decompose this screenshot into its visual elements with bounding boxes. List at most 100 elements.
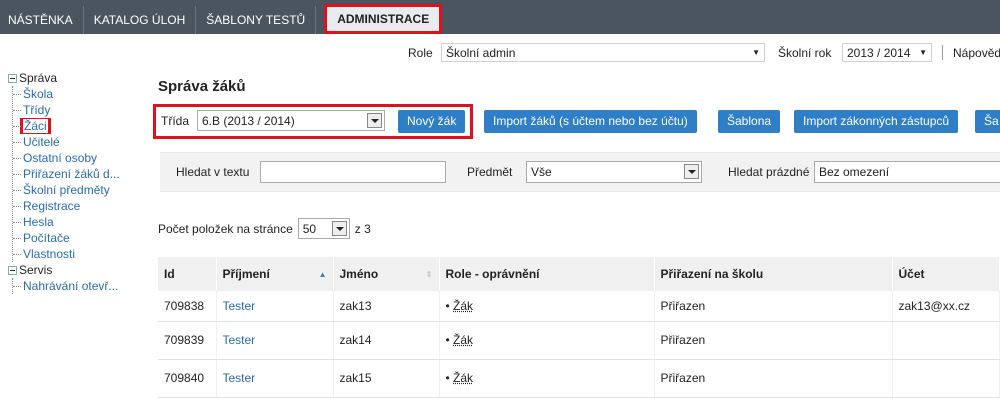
sidebar-item-label: Ostatní osoby xyxy=(23,151,98,165)
template-button[interactable]: Šablona xyxy=(718,110,781,133)
divider xyxy=(942,45,943,60)
sidebar-tree: Správa Škola Třídy Žáci Učitelé Ostatní … xyxy=(8,70,153,294)
page-title: Správa žáků xyxy=(158,78,246,95)
column-header-id[interactable]: Id xyxy=(158,257,217,291)
column-header-role[interactable]: Role - oprávnění xyxy=(439,257,655,291)
sidebar-item-zaci[interactable]: Žáci xyxy=(13,118,153,134)
school-year-select[interactable]: 2013 / 2014 ▼ xyxy=(842,43,932,62)
sidebar-item-vlastnosti[interactable]: Vlastnosti xyxy=(13,246,153,262)
table-row[interactable]: 709840 Tester zak15 Žák Přiřazen xyxy=(158,359,1000,398)
table-row[interactable]: 709838 Tester zak13 Žák Přiřazen zak13@x… xyxy=(158,291,1000,322)
sidebar-item-label: Žáci xyxy=(20,118,51,134)
cell-name: zak14 xyxy=(333,321,440,360)
subject-select-value: Vše xyxy=(531,165,552,179)
more-button[interactable]: Ša xyxy=(975,110,1000,133)
sidebar-item-hesla[interactable]: Hesla xyxy=(13,214,153,230)
role-bar: Role Školní admin ▼ Školní rok 2013 / 20… xyxy=(0,43,1000,63)
surname-link[interactable]: Tester xyxy=(223,299,256,313)
column-header-label: Jméno xyxy=(339,267,379,281)
page-count: z 3 xyxy=(354,221,371,236)
cell-role: Žák xyxy=(439,291,655,322)
table-header-row: Id Příjmení ▲ Jméno ⇕ Role - oprávnění Při… xyxy=(158,257,1000,291)
role-select-value: Školní admin xyxy=(446,46,516,60)
chevron-down-icon[interactable] xyxy=(367,113,382,128)
role-value: Žák xyxy=(453,298,474,313)
cell-role: Žák xyxy=(439,359,655,398)
toolbar: Třída 6.B (2013 / 2014) Nový žák Import … xyxy=(153,104,1000,139)
sidebar-item-label: Třídy xyxy=(23,103,51,117)
column-header-account[interactable]: Účet xyxy=(892,257,1000,291)
tree-group-sprava: Správa Škola Třídy Žáci Učitelé Ostatní … xyxy=(8,70,153,262)
per-page-label: Počet položek na stránce xyxy=(158,221,293,236)
role-label: Role xyxy=(408,46,433,60)
cell-account xyxy=(892,321,1000,360)
import-guardians-button[interactable]: Import zákonných zástupců xyxy=(794,110,959,133)
tree-group-servis: Servis Nahrávání otevř... xyxy=(8,262,153,294)
top-navigation: NÁSTĚNKA KATALOG ÚLOH ŠABLONY TESTŮ ADMI… xyxy=(0,0,1000,34)
search-text-input[interactable] xyxy=(260,161,446,183)
subject-select[interactable]: Vše xyxy=(526,161,702,183)
tab-katalog-uloh[interactable]: KATALOG ÚLOH xyxy=(84,6,197,34)
filter-bar: Hledat v textu Předmět Vše Hledat prázdn… xyxy=(160,152,1000,192)
column-header-label: Přiřazení na školu xyxy=(660,267,764,281)
tab-sablony-testu[interactable]: ŠABLONY TESTŮ xyxy=(196,6,317,34)
chevron-down-icon[interactable] xyxy=(684,164,699,179)
role-value: Žák xyxy=(453,333,474,347)
surname-link[interactable]: Tester xyxy=(223,371,256,385)
role-select[interactable]: Školní admin ▼ xyxy=(441,43,765,62)
collapse-icon[interactable] xyxy=(8,265,17,275)
school-year-value: 2013 / 2014 xyxy=(847,46,911,60)
cell-surname: Tester xyxy=(216,321,334,360)
per-page-value: 50 xyxy=(302,222,317,236)
sidebar-item-nahravani[interactable]: Nahrávání otevř... xyxy=(13,278,153,294)
class-select[interactable]: 6.B (2013 / 2014) xyxy=(197,110,385,131)
sidebar-item-label: Nahrávání otevř... xyxy=(23,279,119,293)
school-year-label: Školní rok xyxy=(778,46,832,60)
column-header-name[interactable]: Jméno ⇕ xyxy=(333,257,440,291)
pager: Počet položek na stránce 50 z 3 xyxy=(158,218,371,239)
students-table: Id Příjmení ▲ Jméno ⇕ Role - oprávnění Při… xyxy=(158,257,1000,398)
sidebar-item-skolni-predmety[interactable]: Školní předměty xyxy=(13,182,153,198)
surname-link[interactable]: Tester xyxy=(223,333,256,347)
search-empty-select[interactable]: Bez omezení xyxy=(814,161,1000,183)
help-link[interactable]: Nápověd xyxy=(953,46,1000,60)
column-header-label: Id xyxy=(164,267,175,281)
table-row[interactable]: 709839 Tester zak14 Žák Přiřazen xyxy=(158,321,1000,360)
sidebar-item-label: Počítače xyxy=(23,231,70,245)
new-student-button[interactable]: Nový žák xyxy=(398,110,466,133)
sidebar-item-ostatni-osoby[interactable]: Ostatní osoby xyxy=(13,150,153,166)
sidebar-item-skola[interactable]: Škola xyxy=(13,86,153,102)
per-page-select[interactable]: 50 xyxy=(297,218,350,239)
tab-nastenka[interactable]: NÁSTĚNKA xyxy=(0,6,84,34)
tree-label-servis: Servis xyxy=(19,263,53,277)
collapse-icon[interactable] xyxy=(8,73,17,83)
tree-children-sprava: Škola Třídy Žáci Učitelé Ostatní osoby P… xyxy=(12,86,153,262)
cell-account xyxy=(892,359,1000,398)
column-header-surname[interactable]: Příjmení ▲ xyxy=(216,257,334,291)
sidebar-item-ucitele[interactable]: Učitelé xyxy=(13,134,153,150)
role-bullet xyxy=(446,371,454,385)
search-empty-value: Bez omezení xyxy=(819,165,890,179)
chevron-down-icon[interactable] xyxy=(331,221,347,236)
cell-assignment: Přiřazen xyxy=(654,359,893,398)
sidebar-item-tridy[interactable]: Třídy xyxy=(13,102,153,118)
chevron-down-icon: ▼ xyxy=(919,48,927,57)
tree-node-sprava[interactable]: Správa xyxy=(8,70,153,86)
cell-surname: Tester xyxy=(216,291,334,322)
tree-label-sprava: Správa xyxy=(19,71,58,85)
sidebar-item-pocitace[interactable]: Počítače xyxy=(13,230,153,246)
tree-node-servis[interactable]: Servis xyxy=(8,262,153,278)
search-text-label: Hledat v textu xyxy=(176,165,250,179)
column-header-label: Příjmení xyxy=(222,267,270,281)
sidebar-item-registrace[interactable]: Registrace xyxy=(13,198,153,214)
chevron-down-icon: ▼ xyxy=(752,48,760,57)
role-bullet xyxy=(446,333,454,347)
column-header-assignment[interactable]: Přiřazení na školu xyxy=(654,257,893,291)
import-students-button[interactable]: Import žáků (s účtem nebo bez účtu) xyxy=(484,110,697,133)
tree-children-servis: Nahrávání otevř... xyxy=(12,278,153,294)
cell-name: zak15 xyxy=(333,359,440,398)
column-header-label: Role - oprávnění xyxy=(445,267,540,281)
sidebar-item-prirazeni-zaku[interactable]: Přiřazení žáků d... xyxy=(13,166,153,182)
sidebar-item-label: Škola xyxy=(23,87,54,101)
tab-administrace[interactable]: ADMINISTRACE xyxy=(324,4,443,34)
